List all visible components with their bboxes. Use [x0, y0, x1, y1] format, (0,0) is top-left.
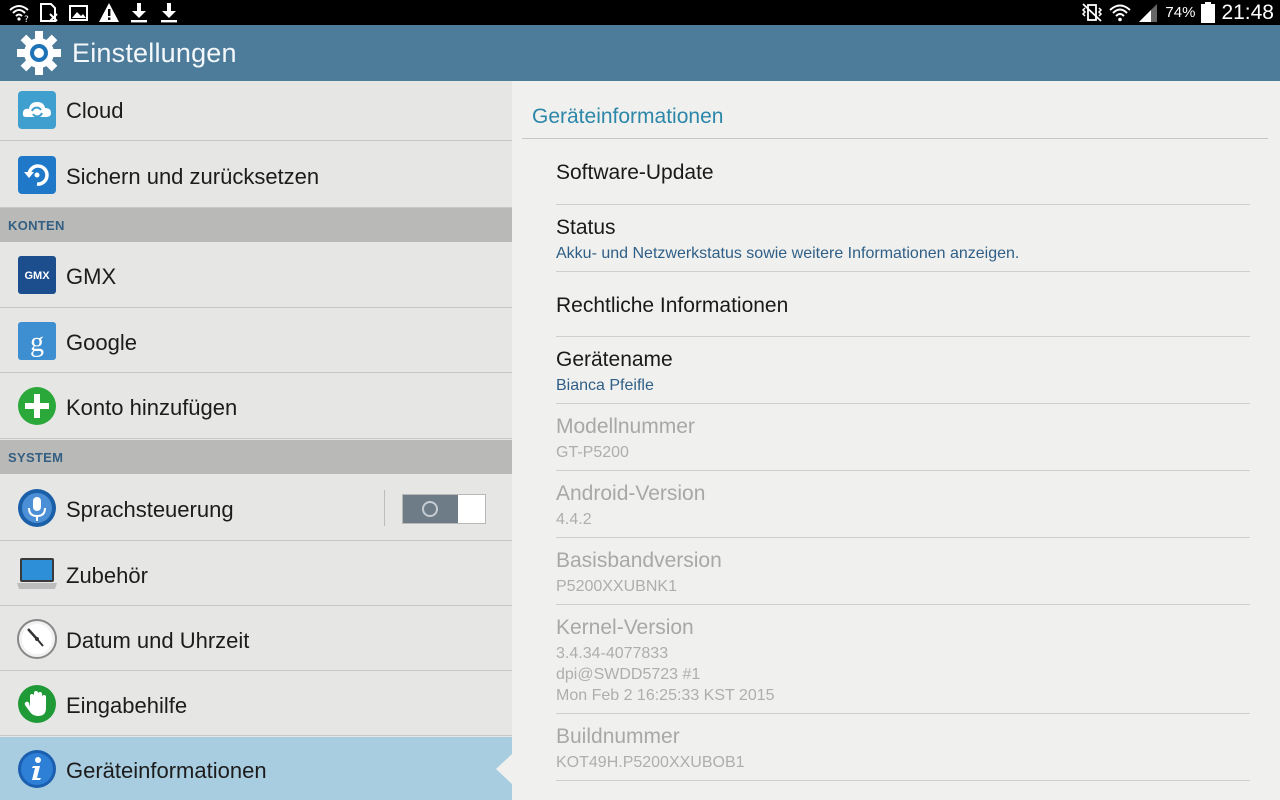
- sidebar-item-label: Sichern und zurücksetzen: [66, 164, 320, 189]
- sim-x-icon: [40, 3, 58, 22]
- wifi-icon: [1109, 4, 1132, 22]
- cloud-icon: [18, 91, 56, 129]
- item-title: Status: [556, 216, 616, 239]
- google-icon: g: [18, 322, 56, 360]
- section-header-system: SYSTEM: [0, 440, 512, 474]
- system-icons: 74% 21:48: [1081, 0, 1274, 25]
- section-header-label: KONTEN: [8, 218, 65, 233]
- add-account-icon: [18, 387, 56, 425]
- sidebar-item-voice-control[interactable]: Sprachsteuerung: [0, 474, 512, 541]
- item-summary: 4.4.2: [556, 511, 592, 528]
- download-icon: [161, 3, 177, 23]
- software-update-item[interactable]: Software-Update: [556, 139, 1250, 205]
- baseband-version-item: Basisbandversion P5200XXUBNK1: [556, 538, 1250, 605]
- backup-restore-icon: [18, 156, 56, 194]
- microphone-icon: [18, 489, 56, 527]
- item-title: Android-Version: [556, 482, 706, 505]
- sidebar-item-backup[interactable]: Sichern und zurücksetzen: [0, 142, 512, 208]
- sidebar-item-date-time[interactable]: Datum und Uhrzeit: [0, 607, 512, 671]
- vibrate-icon: [1082, 3, 1103, 22]
- item-title: Rechtliche Informationen: [556, 294, 789, 317]
- item-title: Kernel-Version: [556, 616, 694, 639]
- status-bar: ? 74% 21:48: [0, 0, 1280, 25]
- download-icon: [131, 3, 147, 23]
- kernel-version-item: Kernel-Version 3.4.34-4077833 dpi@SWDD57…: [556, 605, 1250, 714]
- item-title: Software-Update: [556, 161, 714, 184]
- section-header-accounts: KONTEN: [0, 208, 512, 242]
- section-header-label: SYSTEM: [8, 450, 64, 465]
- battery-percent: 74%: [1165, 4, 1196, 21]
- item-title: Basisbandversion: [556, 549, 722, 572]
- item-summary: P5200XXUBNK1: [556, 578, 677, 595]
- sidebar-item-label: Datum und Uhrzeit: [66, 628, 250, 653]
- item-title: Gerätename: [556, 348, 673, 371]
- sidebar-item-label: Geräteinformationen: [66, 758, 267, 783]
- clock-time: 21:48: [1221, 0, 1274, 24]
- gmx-icon: GMX: [18, 256, 56, 294]
- notification-icons: ?: [8, 2, 180, 23]
- sidebar-item-label: Konto hinzufügen: [66, 395, 238, 420]
- toggle-divider: [384, 490, 385, 526]
- sidebar-item-label: Eingabehilfe: [66, 693, 188, 718]
- sidebar-item-label: Cloud: [66, 98, 124, 123]
- item-summary: Bianca Pfeifle: [556, 377, 654, 394]
- accessory-icon: [17, 558, 57, 589]
- svg-text:GMX: GMX: [24, 270, 50, 282]
- gear-icon[interactable]: [14, 29, 64, 77]
- detail-pane: Geräteinformationen Software-Update Stat…: [512, 81, 1280, 800]
- signal-icon: [1139, 4, 1158, 22]
- sidebar-item-label: Zubehör: [66, 563, 148, 588]
- item-summary: GT-P5200: [556, 444, 629, 461]
- sidebar-item-cloud[interactable]: Cloud: [0, 81, 512, 141]
- model-number-item: Modellnummer GT-P5200: [556, 404, 1250, 471]
- clock-icon: [17, 619, 57, 659]
- battery-icon: [1201, 2, 1216, 23]
- toggle-knob: [403, 495, 458, 523]
- sidebar-item-label: Google: [66, 330, 137, 355]
- detail-title: Geräteinformationen: [532, 105, 724, 128]
- action-bar: Einstellungen: [0, 25, 1280, 81]
- item-summary: Akku- und Netzwerkstatus sowie weitere I…: [556, 245, 1020, 262]
- image-icon: [69, 5, 88, 21]
- warning-icon: [99, 3, 119, 22]
- hand-icon: [18, 685, 56, 723]
- item-summary-line: 3.4.34-4077833: [556, 645, 669, 662]
- android-version-item[interactable]: Android-Version 4.4.2: [556, 471, 1250, 538]
- settings-list[interactable]: Cloud Sichern und zurücksetzen KONTEN GM…: [0, 81, 512, 800]
- sidebar-item-google[interactable]: g Google: [0, 309, 512, 373]
- svg-text:g: g: [30, 327, 44, 358]
- sidebar-item-label: GMX: [66, 264, 117, 289]
- sidebar-item-device-info[interactable]: Geräteinformationen: [0, 737, 512, 800]
- legal-info-item[interactable]: Rechtliche Informationen: [556, 272, 1250, 337]
- item-summary-line: Mon Feb 2 16:25:33 KST 2015: [556, 687, 775, 704]
- item-title: Buildnummer: [556, 725, 680, 748]
- build-number-item[interactable]: Buildnummer KOT49H.P5200XXUBOB1: [556, 714, 1250, 781]
- sidebar-item-gmx[interactable]: GMX GMX: [0, 242, 512, 308]
- sidebar-item-accessibility[interactable]: Eingabehilfe: [0, 672, 512, 736]
- item-title: Modellnummer: [556, 415, 695, 438]
- info-icon: [18, 750, 56, 788]
- voice-control-toggle[interactable]: [402, 494, 486, 524]
- svg-text:?: ?: [24, 15, 29, 23]
- sidebar-item-add-account[interactable]: Konto hinzufügen: [0, 374, 512, 439]
- app-title: Einstellungen: [72, 38, 237, 68]
- selection-pointer: [496, 754, 512, 784]
- device-name-item[interactable]: Gerätename Bianca Pfeifle: [556, 337, 1250, 404]
- item-summary: KOT49H.P5200XXUBOB1: [556, 754, 745, 771]
- status-item[interactable]: Status Akku- und Netzwerkstatus sowie we…: [556, 205, 1250, 272]
- sidebar-item-label: Sprachsteuerung: [66, 497, 234, 522]
- sidebar-item-accessory[interactable]: Zubehör: [0, 542, 512, 606]
- wifi-question-icon: ?: [9, 5, 29, 23]
- item-summary-line: dpi@SWDD5723 #1: [556, 666, 701, 683]
